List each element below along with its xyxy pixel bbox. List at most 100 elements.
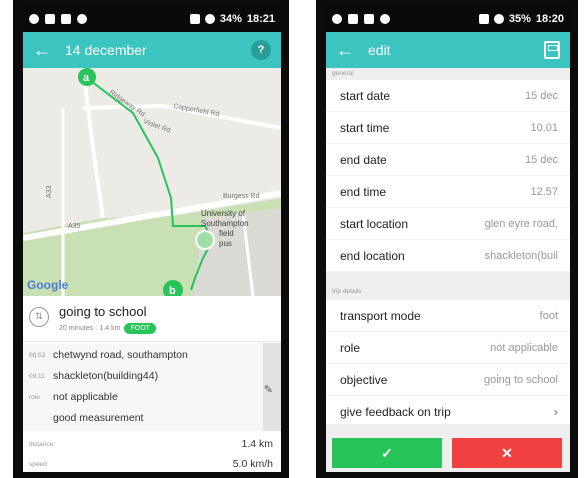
road-label: A35 [68,223,81,230]
trip-stats: distance 1.4 km speed 5.0 km/h [23,432,281,472]
start-marker-label: a [83,72,90,84]
field-transport-mode[interactable]: transport mode foot [326,300,570,332]
battery-level: 34% [219,13,242,25]
field-value: 15 dec [524,89,558,102]
notification-icon [332,14,342,24]
field-value: shackleton(buil [484,249,558,262]
back-arrow-icon[interactable]: ← [336,40,360,61]
field-start-date[interactable]: start date 15 dec [326,80,570,112]
list-item: 09:11 shackleton(building44) [23,366,261,386]
road-label: Burgess Rd [223,193,260,200]
nfc-icon [189,14,200,24]
field-value: foot [539,309,558,322]
field-end-location[interactable]: end location shackleton(buil [326,240,570,272]
clock: 18:20 [535,13,564,25]
field-label: start time [340,120,390,135]
list-item: 08:52 chetwynd road, southampton [23,345,261,365]
row-text: chetwynd road, southampton [53,349,188,361]
field-start-time[interactable]: start time 10.01 [326,112,570,144]
section-header-trip-details: trip details [326,272,570,300]
transport-badge: FOOT [124,323,156,334]
trip-name: going to school [59,304,147,319]
field-label: end date [340,152,387,167]
field-start-location[interactable]: start location glen eyre road, [326,208,570,240]
field-label: transport mode [340,308,421,323]
field-objective[interactable]: objective going to school [326,364,570,396]
notification-icon [45,14,55,24]
walk-icon: ⇅ [29,307,49,327]
phone-edit-view: 35% 18:20 ← edit general start date 15 d… [316,0,578,478]
battery-level: 35% [508,13,531,25]
nfc-icon [478,14,489,24]
row-text: shackleton(building44) [53,370,159,382]
trip-screen: 34% 18:21 ← 14 december ? a b Copperfiel… [23,6,281,472]
clock: 18:21 [246,13,275,25]
notification-icon [348,14,358,24]
field-label: end location [340,248,405,263]
wifi-icon [493,14,504,24]
back-arrow-icon[interactable]: ← [33,40,57,61]
check-icon: ✓ [381,444,393,461]
trip-duration-distance: 20 minutes · 1.4 km [59,325,121,332]
app-bar: ← edit [326,32,570,68]
field-value: 15 dec [524,153,558,166]
status-bar: 35% 18:20 [326,6,570,32]
field-label: role [340,340,361,355]
stat-row: distance 1.4 km [23,434,273,454]
edit-screen: 35% 18:20 ← edit general start date 15 d… [326,6,570,472]
row-text: not applicable [53,391,118,403]
close-icon: ✕ [501,444,513,461]
page-title: edit [368,42,391,58]
stat-label: speed [29,460,47,468]
field-label: start date [340,88,391,103]
trip-header[interactable]: ⇅ going to school 20 minutes · 1.4 km FO… [23,296,281,342]
notification-icon [29,14,39,24]
row-time: 08:52 [29,351,46,359]
campus-label: field [219,229,234,238]
stat-value: 5.0 km/h [232,458,273,470]
campus-label: University of [201,209,246,218]
field-value: going to school [484,373,558,386]
field-end-time[interactable]: end time 12.57 [326,176,570,208]
trip-map[interactable]: a b Copperfield Rd Violet Rd Burgess Rd … [23,68,281,296]
notification-icon [364,14,374,24]
road-label: A33 [46,185,53,198]
wifi-icon [204,14,215,24]
chevron-right-icon: › [553,404,558,419]
row-text: good measurement [53,412,144,424]
stat-value: 1.4 km [241,438,273,450]
cancel-button[interactable]: ✕ [452,438,562,468]
app-bar: ← 14 december ? [23,32,281,68]
save-icon[interactable] [544,41,560,59]
phone-trip-view: 34% 18:21 ← 14 december ? a b Copperfiel… [13,0,289,478]
field-role[interactable]: role not applicable [326,332,570,364]
campus-label: Southampton [201,219,249,228]
field-value: 10.01 [530,121,558,134]
field-value: glen eyre road, [484,217,558,230]
notification-icon [61,14,71,24]
notification-icon [77,14,87,24]
confirm-button[interactable]: ✓ [332,438,442,468]
map-canvas: a b Copperfield Rd Violet Rd Burgess Rd … [23,68,281,296]
stat-label: distance [29,440,54,448]
row-time: 09:11 [29,372,45,380]
google-logo: Google [27,278,69,292]
trip-meta: 20 minutes · 1.4 km FOOT [59,323,156,334]
list-item: role not applicable [23,387,261,407]
help-icon[interactable]: ? [251,40,271,60]
pencil-icon[interactable]: ✎ [264,383,273,396]
page-title: 14 december [65,42,147,58]
field-value: not applicable [490,341,558,354]
walk-marker [195,230,215,250]
list-item: good measurement [23,408,261,428]
end-marker-label: b [169,285,176,296]
field-label: objective [340,372,388,387]
notification-icon [380,14,390,24]
field-end-date[interactable]: end date 15 dec [326,144,570,176]
campus-label: pus [219,239,232,248]
field-label: start location [340,216,409,231]
status-bar: 34% 18:21 [23,6,281,32]
field-label: give feedback on trip [340,404,451,419]
field-value: 12.57 [530,185,558,198]
trip-details: 08:52 chetwynd road, southampton 09:11 s… [23,343,281,431]
